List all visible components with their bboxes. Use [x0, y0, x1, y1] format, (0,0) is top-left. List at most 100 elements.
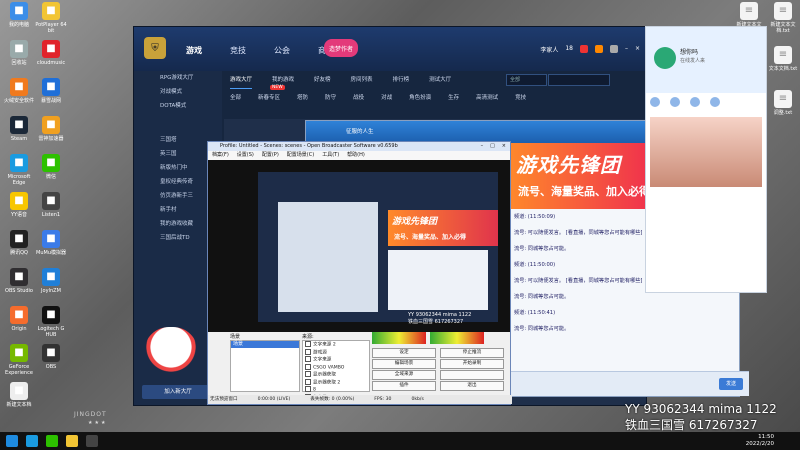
obs-menu-item[interactable]: 设置(S): [237, 151, 254, 160]
edge-icon[interactable]: [26, 435, 38, 447]
source-item[interactable]: 文字来源 2: [303, 341, 369, 349]
desktop-file[interactable]: ≡ 文本文档.txt: [768, 46, 798, 72]
category-tab[interactable]: 新春专区 NEW: [258, 85, 285, 101]
checkbox-icon[interactable]: [305, 341, 311, 347]
category-tab[interactable]: 角色扮演: [409, 93, 431, 101]
lobby-subtab[interactable]: 房间列表: [351, 71, 373, 89]
space-icon[interactable]: [690, 97, 700, 107]
desktop-icon[interactable]: ■ 腾讯QQ: [2, 230, 36, 256]
scene-item[interactable]: 场景: [231, 341, 299, 348]
obs-taskbar-icon[interactable]: [86, 435, 98, 447]
category-tab[interactable]: 高清测试: [476, 93, 498, 101]
nav-game[interactable]: 游戏: [182, 43, 206, 58]
potplayer-icon[interactable]: [66, 435, 78, 447]
start-icon[interactable]: [6, 435, 18, 447]
obs-menu-item[interactable]: 配置(P): [262, 151, 279, 160]
desktop-icon[interactable]: ■ cloudmusic: [34, 40, 68, 66]
obs-button[interactable]: 退出: [440, 381, 504, 391]
desktop-file[interactable]: ≡ 调整.txt: [768, 90, 798, 116]
contact-icon[interactable]: [650, 97, 660, 107]
obs-button[interactable]: 停止推流: [440, 348, 504, 358]
gift-icon[interactable]: [594, 45, 603, 53]
category-tab[interactable]: 防守: [325, 93, 336, 101]
sidebar-item[interactable]: RPG游戏大厅: [134, 71, 222, 85]
desktop-icon[interactable]: ■ 微信: [34, 154, 68, 180]
desktop-icon[interactable]: ■ JoyInZM: [34, 268, 68, 294]
category-tab[interactable]: 竞技: [515, 93, 526, 101]
qq-chat-window[interactable]: 想你吗 在线发人来: [645, 26, 767, 293]
audio-meter-mic[interactable]: [430, 332, 484, 344]
close-icon[interactable]: ×: [635, 45, 640, 54]
checkbox-icon[interactable]: [305, 363, 311, 370]
nav-competitive[interactable]: 竞技: [226, 43, 250, 58]
desktop-icon[interactable]: ■ Microsoft Edge: [2, 154, 36, 186]
checkbox-icon[interactable]: [305, 356, 311, 362]
settings-icon[interactable]: [609, 45, 618, 53]
source-item[interactable]: CSGO VAMBO: [303, 363, 369, 372]
obs-button[interactable]: 编辑场景: [372, 359, 436, 369]
desktop-icon[interactable]: ■ MuMu模拟器: [34, 230, 68, 256]
category-tab[interactable]: 塔防: [297, 93, 308, 101]
avatar[interactable]: [654, 47, 676, 69]
desktop-icon[interactable]: ■ Steam: [2, 116, 36, 142]
taskbar-clock[interactable]: 11:50 2022/2/20: [746, 434, 774, 448]
obs-menu-item[interactable]: 档案(F): [212, 151, 229, 160]
desktop-icon[interactable]: ■ 我的电脑: [2, 2, 36, 28]
desktop-icon[interactable]: ■ 火绒安全软件: [2, 78, 36, 104]
game-icon[interactable]: [710, 97, 720, 107]
obs-window[interactable]: Profile: Untitled - Scenes: scenes - Ope…: [207, 141, 512, 405]
desktop-icon[interactable]: ■ Logitech G HUB: [34, 306, 68, 338]
desktop-icon[interactable]: ■ 雷神加速器: [34, 116, 68, 142]
obs-menu-item[interactable]: 配置场景(C): [287, 151, 314, 160]
minimize-icon[interactable]: –: [625, 45, 628, 54]
sidebar-item[interactable]: DOTA模式: [134, 99, 222, 113]
desktop-icon[interactable]: ■ Listen1: [34, 192, 68, 218]
desktop-icon[interactable]: ■ 新建文本档: [2, 382, 36, 408]
lobby-filter-select[interactable]: 全部: [506, 74, 547, 86]
checkbox-icon[interactable]: [305, 371, 311, 377]
promo-badge[interactable]: 造梦作者: [324, 39, 358, 57]
group-icon[interactable]: [670, 97, 680, 107]
desktop-icon[interactable]: ■ OBS: [34, 344, 68, 370]
desktop-icon[interactable]: ■ YY语音: [2, 192, 36, 218]
minimize-icon[interactable]: –: [481, 142, 484, 151]
category-tab[interactable]: 战役: [353, 93, 364, 101]
source-item[interactable]: 显示器获取: [303, 371, 369, 379]
wechat-icon[interactable]: [46, 435, 58, 447]
checkbox-icon[interactable]: [305, 348, 311, 355]
desktop-icon[interactable]: ■ OBS Studio: [2, 268, 36, 294]
obs-menu-item[interactable]: 工具(T): [322, 151, 339, 160]
mail-icon[interactable]: [579, 45, 588, 53]
lobby-subtab[interactable]: 测试大厅: [429, 71, 451, 89]
category-tab[interactable]: 对战: [381, 93, 392, 101]
category-tab[interactable]: 生存: [448, 93, 459, 101]
chat-input-bar[interactable]: 发送: [506, 371, 749, 396]
desktop-file[interactable]: ≡ 新建文本文档.txt: [768, 2, 798, 34]
sources-list[interactable]: 文字来源 2游戏源文字来源CSGO VAMBO显示器获取显示器获取 28名人堂: [302, 340, 370, 400]
category-tab[interactable]: 全部: [230, 93, 241, 101]
close-icon[interactable]: ×: [502, 142, 506, 151]
obs-menu-item[interactable]: 帮助(H): [347, 151, 365, 160]
obs-button[interactable]: 设定: [372, 348, 436, 358]
obs-button[interactable]: [440, 370, 504, 380]
source-item[interactable]: 显示器获取 2: [303, 378, 369, 387]
scenes-list[interactable]: 场景: [230, 340, 300, 392]
obs-button[interactable]: 全域来源: [372, 370, 436, 380]
obs-button[interactable]: 插件: [372, 381, 436, 391]
lobby-subtab[interactable]: 好友榜: [314, 71, 331, 89]
send-button[interactable]: 发送: [719, 378, 743, 390]
desktop-icon[interactable]: ■ 暴雪战网: [34, 78, 68, 104]
sidebar-item[interactable]: 对战模式: [134, 85, 222, 99]
source-item[interactable]: 文字来源: [303, 356, 369, 364]
nav-guild[interactable]: 公会: [270, 43, 294, 58]
audio-meter-desktop[interactable]: [372, 332, 426, 344]
join-lobby-button[interactable]: 加入新大厅: [142, 385, 214, 399]
lobby-search-input[interactable]: [548, 74, 610, 86]
desktop-icon[interactable]: ■ Origin: [2, 306, 36, 332]
user-name[interactable]: 李家人: [540, 45, 558, 54]
maximize-icon[interactable]: □: [490, 142, 495, 151]
desktop-icon[interactable]: ■ 回收站: [2, 40, 36, 66]
desktop-icon[interactable]: ■ PotPlayer 64 bit: [34, 2, 68, 34]
desktop-icon[interactable]: ■ GeForce Experience: [2, 344, 36, 376]
checkbox-icon[interactable]: [305, 378, 311, 385]
